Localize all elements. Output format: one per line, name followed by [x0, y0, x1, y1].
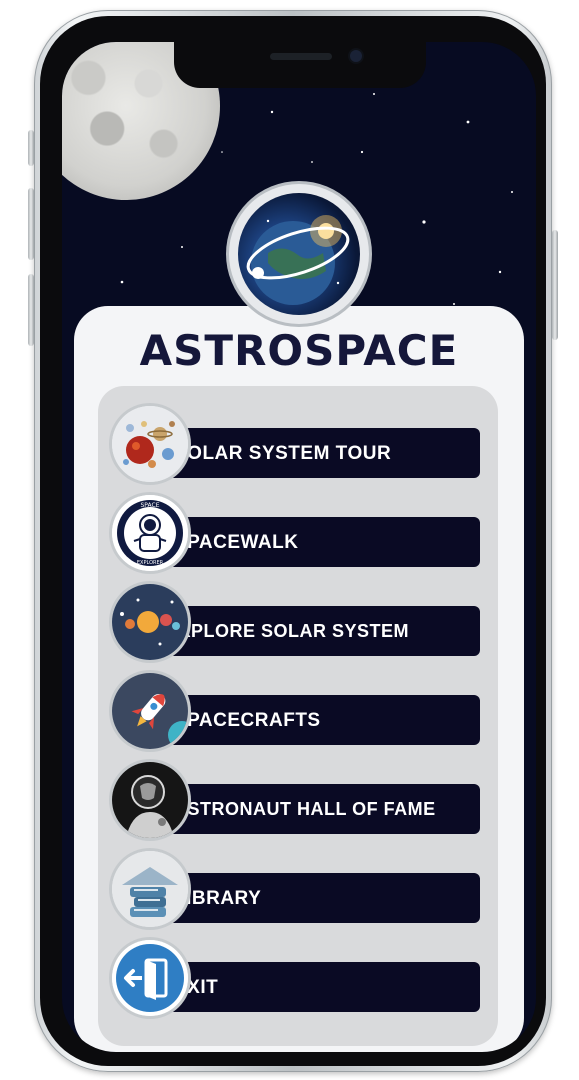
menu-item-astronaut-hall-of-fame[interactable]: ASTRONAUT HALL OF FAME	[98, 762, 498, 838]
menu-item-solar-system-tour[interactable]: SOLAR SYSTEM TOUR	[98, 406, 498, 482]
main-card: ASTROSPACE SOLAR SYSTEM TOUR SPACEWALK S…	[74, 306, 524, 1052]
menu-label: SOLAR SYSTEM TOUR	[174, 443, 392, 464]
menu-item-explore-solar-system[interactable]: EXPLORE SOLAR SYSTEM	[98, 584, 498, 660]
power-button	[552, 230, 558, 340]
books-icon	[112, 851, 188, 927]
planets-icon	[112, 406, 188, 482]
rocket-icon	[112, 673, 188, 749]
notch	[174, 42, 426, 88]
menu-item-spacewalk[interactable]: SPACEWALK SPACE EXPLORER	[98, 495, 498, 571]
exit-door-icon	[112, 940, 188, 1016]
badge-text-bottom: EXPLORER	[137, 560, 164, 566]
sun-planets-icon	[112, 584, 188, 660]
menu-item-library[interactable]: LIBRARY	[98, 851, 498, 927]
menu-item-spacecrafts[interactable]: SPACECRAFTS	[98, 673, 498, 749]
volume-up-button	[28, 188, 34, 260]
app-screen: ASTROSPACE SOLAR SYSTEM TOUR SPACEWALK S…	[62, 42, 536, 1052]
volume-down-button	[28, 274, 34, 346]
astronaut-badge-icon: SPACE EXPLORER	[112, 495, 188, 571]
front-camera	[350, 50, 362, 62]
phone-bezel: ASTROSPACE SOLAR SYSTEM TOUR SPACEWALK S…	[40, 16, 546, 1066]
menu-label: SPACEWALK	[174, 532, 299, 553]
menu-label: EXPLORE SOLAR SYSTEM	[166, 621, 410, 641]
menu-item-exit[interactable]: EXIT	[98, 940, 498, 1016]
menu-label: ASTRONAUT HALL OF FAME	[174, 799, 436, 819]
globe-orbit-icon	[229, 184, 369, 324]
menu-label: SPACECRAFTS	[174, 710, 321, 731]
phone-frame: ASTROSPACE SOLAR SYSTEM TOUR SPACEWALK S…	[28, 10, 558, 1072]
logo-globe	[238, 193, 360, 315]
app-title: ASTROSPACE	[139, 326, 459, 375]
astronaut-portrait-icon	[112, 762, 188, 838]
speaker-grille	[270, 53, 332, 60]
menu-panel: SOLAR SYSTEM TOUR SPACEWALK SPACE EXPLOR…	[98, 386, 498, 1046]
mute-switch	[28, 130, 34, 166]
badge-text-top: SPACE	[140, 502, 159, 509]
